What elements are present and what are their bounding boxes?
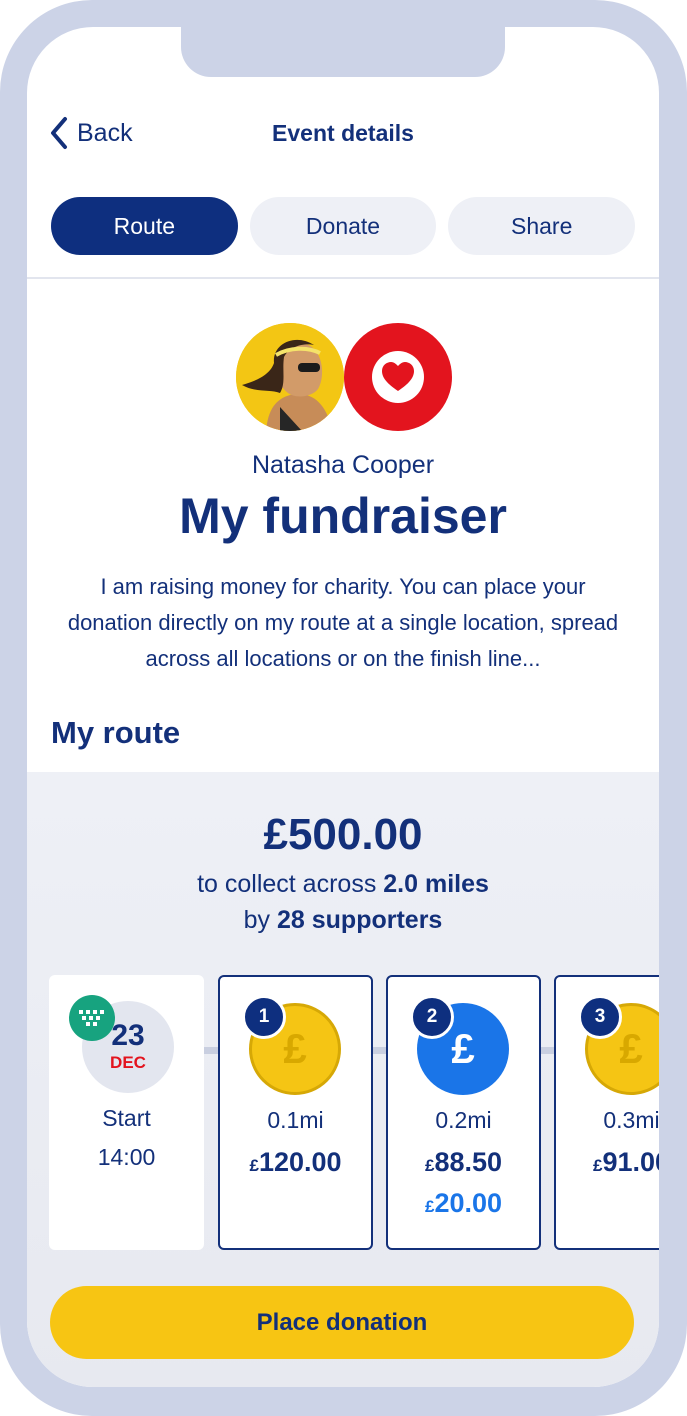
date-month: DEC xyxy=(110,1053,146,1072)
place-donation-button[interactable]: Place donation xyxy=(50,1286,634,1359)
route-distance-line: to collect across 2.0 miles xyxy=(27,870,659,899)
phone-notch xyxy=(181,27,505,77)
my-donation-amount: £20.00 xyxy=(388,1188,539,1219)
stop-amount-value: 88.50 xyxy=(434,1147,503,1177)
my-donation-value: 20.00 xyxy=(434,1188,503,1218)
divider xyxy=(27,277,659,279)
stop-amount: £120.00 xyxy=(220,1147,371,1178)
tab-share[interactable]: Share xyxy=(448,197,636,255)
route-heading: My route xyxy=(51,715,181,750)
start-time: 14:00 xyxy=(97,1144,156,1170)
avatar xyxy=(236,323,344,431)
route-stops-carousel[interactable]: 2 3 DEC Start 14:00 £ 1 0.1mi £120.00 £ 2… xyxy=(49,975,659,1250)
collect-prefix: to collect across xyxy=(197,870,384,898)
fundraiser-description: I am raising money for charity. You can … xyxy=(67,574,619,671)
phone-frame: Back Event details Route Donate Share Na… xyxy=(0,0,687,1416)
tab-bar: Route Donate Share xyxy=(51,197,636,255)
runner-photo xyxy=(236,323,344,431)
charity-avatar xyxy=(344,323,452,431)
stop-amount-value: 91.00 xyxy=(602,1147,659,1177)
route-panel: £500.00 to collect across 2.0 miles by 2… xyxy=(27,772,659,1387)
heart-icon xyxy=(372,351,424,403)
stop-number: 2 xyxy=(410,995,454,1039)
start-label: Start xyxy=(102,1105,151,1131)
fundraiser-owner: Natasha Cooper xyxy=(251,451,435,479)
stop-number: 1 xyxy=(242,995,286,1039)
stop-amount: £91.00 xyxy=(556,1147,659,1178)
fundraiser-title: My fundraiser xyxy=(179,488,507,544)
page-title: Event details xyxy=(272,120,414,146)
start-card: 23 DEC Start 14:00 xyxy=(49,975,204,1250)
stop-amount-value: 120.00 xyxy=(258,1147,342,1177)
event-logo-icon xyxy=(69,995,115,1041)
route-supporters-line: by 28 supporters xyxy=(27,906,659,935)
route-stop-card[interactable]: £ 1 0.1mi £120.00 xyxy=(218,975,373,1250)
stop-distance: 0.2mi xyxy=(435,1107,492,1133)
stop-distance: 0.3mi xyxy=(603,1107,659,1133)
tab-donate[interactable]: Donate xyxy=(249,197,437,255)
route-distance: 2.0 miles xyxy=(383,870,489,898)
route-supporters: 28 supporters xyxy=(277,906,443,934)
screen: Back Event details Route Donate Share Na… xyxy=(27,27,659,1387)
nav-bar: Back Event details xyxy=(27,111,659,155)
avatar-group xyxy=(236,323,452,433)
stop-distance: 0.1mi xyxy=(267,1107,324,1133)
route-total: £500.00 xyxy=(263,810,423,859)
by-prefix: by xyxy=(243,906,277,934)
route-stop-card[interactable]: £ 3 0.3mi £91.00 xyxy=(554,975,659,1250)
route-stop-card[interactable]: £ 2 0.2mi £88.50 £20.00 xyxy=(386,975,541,1250)
stop-amount: £88.50 xyxy=(388,1147,539,1178)
tab-route[interactable]: Route xyxy=(51,197,238,255)
currency-symbol: £ xyxy=(249,1156,259,1175)
stop-number: 3 xyxy=(578,995,622,1039)
